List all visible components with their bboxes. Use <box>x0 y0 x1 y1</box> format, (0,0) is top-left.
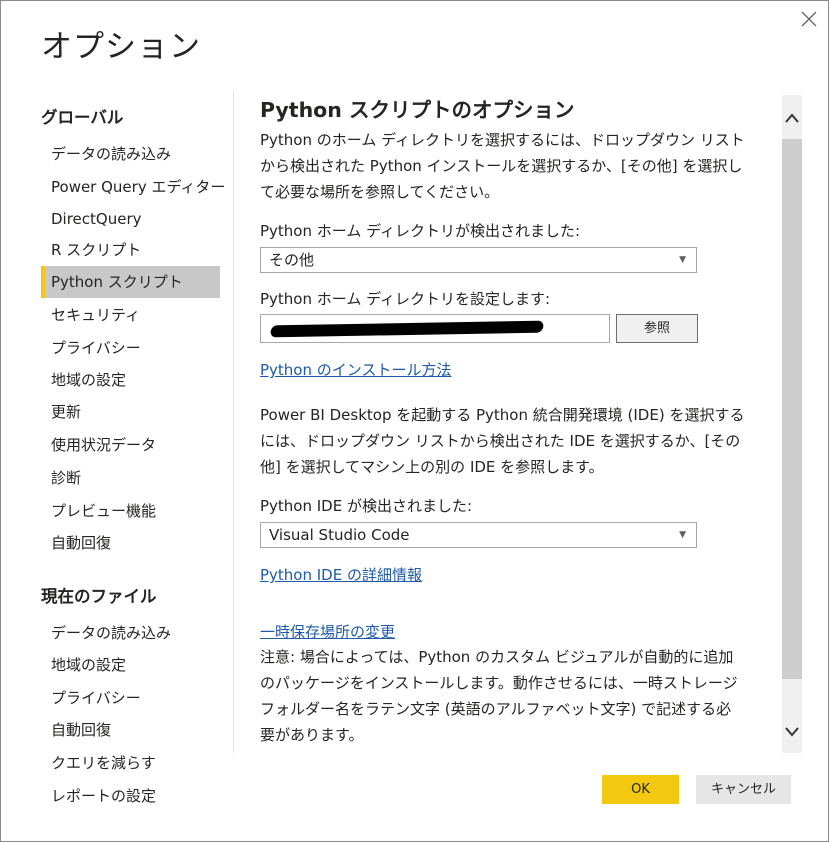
content-panel: Python スクリプトのオプション Python のホーム ディレクトリを選択… <box>260 95 780 753</box>
content-scrollbar[interactable] <box>782 95 802 753</box>
nav-item-usage-data[interactable]: 使用状況データ <box>41 429 220 461</box>
chevron-down-icon: ▼ <box>679 530 686 540</box>
nav-item-reduce-queries[interactable]: クエリを減らす <box>41 747 220 779</box>
nav-item-auto-recovery[interactable]: 自動回復 <box>41 527 220 559</box>
ide-intro-text: Power BI Desktop を起動する Python 統合開発環境 (ID… <box>260 406 745 476</box>
home-directory-value: その他 <box>269 251 315 269</box>
home-directory-dropdown[interactable]: その他 ▼ <box>260 247 697 273</box>
section-title: Python スクリプトのオプション <box>260 98 575 122</box>
temp-storage-link[interactable]: 一時保存場所の変更 <box>260 621 395 642</box>
nav-item-preview-features[interactable]: プレビュー機能 <box>41 495 220 527</box>
nav-divider <box>233 91 234 753</box>
close-icon[interactable] <box>797 7 821 31</box>
nav-item-diagnostics[interactable]: 診断 <box>41 462 220 494</box>
nav-item-r-script[interactable]: R スクリプト <box>41 234 220 266</box>
nav-item-python-script[interactable]: Python スクリプト <box>41 266 220 298</box>
redaction-mark <box>269 320 545 338</box>
nav-item-regional-settings[interactable]: 地域の設定 <box>41 364 220 396</box>
home-path-input[interactable] <box>260 314 610 343</box>
ide-value: Visual Studio Code <box>269 526 410 544</box>
home-detected-label: Python ホーム ディレクトリが検出されました: <box>260 222 581 240</box>
nav-item-file-privacy[interactable]: プライバシー <box>41 682 220 714</box>
home-set-label: Python ホーム ディレクトリを設定します: <box>260 290 551 308</box>
nav-item-refresh[interactable]: 更新 <box>41 396 220 428</box>
nav-item-directquery[interactable]: DirectQuery <box>41 203 220 235</box>
nav-heading-global: グローバル <box>41 108 124 127</box>
nav-item-file-auto-recovery[interactable]: 自動回復 <box>41 714 220 746</box>
nav-item-power-query-editor[interactable]: Power Query エディター <box>41 171 225 203</box>
ide-detected-label: Python IDE が検出されました: <box>260 497 473 515</box>
nav-item-report-settings[interactable]: レポートの設定 <box>41 780 220 812</box>
note-text: 注意: 場合によっては、Python のカスタム ビジュアルが自動的に追加のパッ… <box>260 648 738 744</box>
scroll-up-icon[interactable] <box>782 95 802 139</box>
ide-dropdown[interactable]: Visual Studio Code ▼ <box>260 522 697 548</box>
cancel-button[interactable]: キャンセル <box>696 775 791 804</box>
intro-text: Python のホーム ディレクトリを選択するには、ドロップダウン リストから検… <box>260 131 745 201</box>
nav-item-security[interactable]: セキュリティ <box>41 299 220 331</box>
scrollbar-thumb[interactable] <box>782 139 802 679</box>
nav-item-privacy[interactable]: プライバシー <box>41 332 220 364</box>
scroll-down-icon[interactable] <box>782 709 802 753</box>
browse-button[interactable]: 参照 <box>616 314 698 343</box>
python-ide-info-link[interactable]: Python IDE の詳細情報 <box>260 564 422 585</box>
nav-heading-current-file: 現在のファイル <box>41 587 157 606</box>
python-install-link[interactable]: Python のインストール方法 <box>260 359 451 380</box>
chevron-down-icon: ▼ <box>679 255 686 265</box>
home-path-row: 参照 <box>260 314 780 343</box>
ok-button[interactable]: OK <box>602 775 679 804</box>
nav-item-data-load[interactable]: データの読み込み <box>41 138 220 170</box>
dialog-title: オプション <box>41 29 201 65</box>
nav-item-file-regional-settings[interactable]: 地域の設定 <box>41 649 220 681</box>
nav-item-file-data-load[interactable]: データの読み込み <box>41 617 220 649</box>
options-dialog: オプション グローバル データの読み込み Power Query エディター D… <box>0 0 829 842</box>
